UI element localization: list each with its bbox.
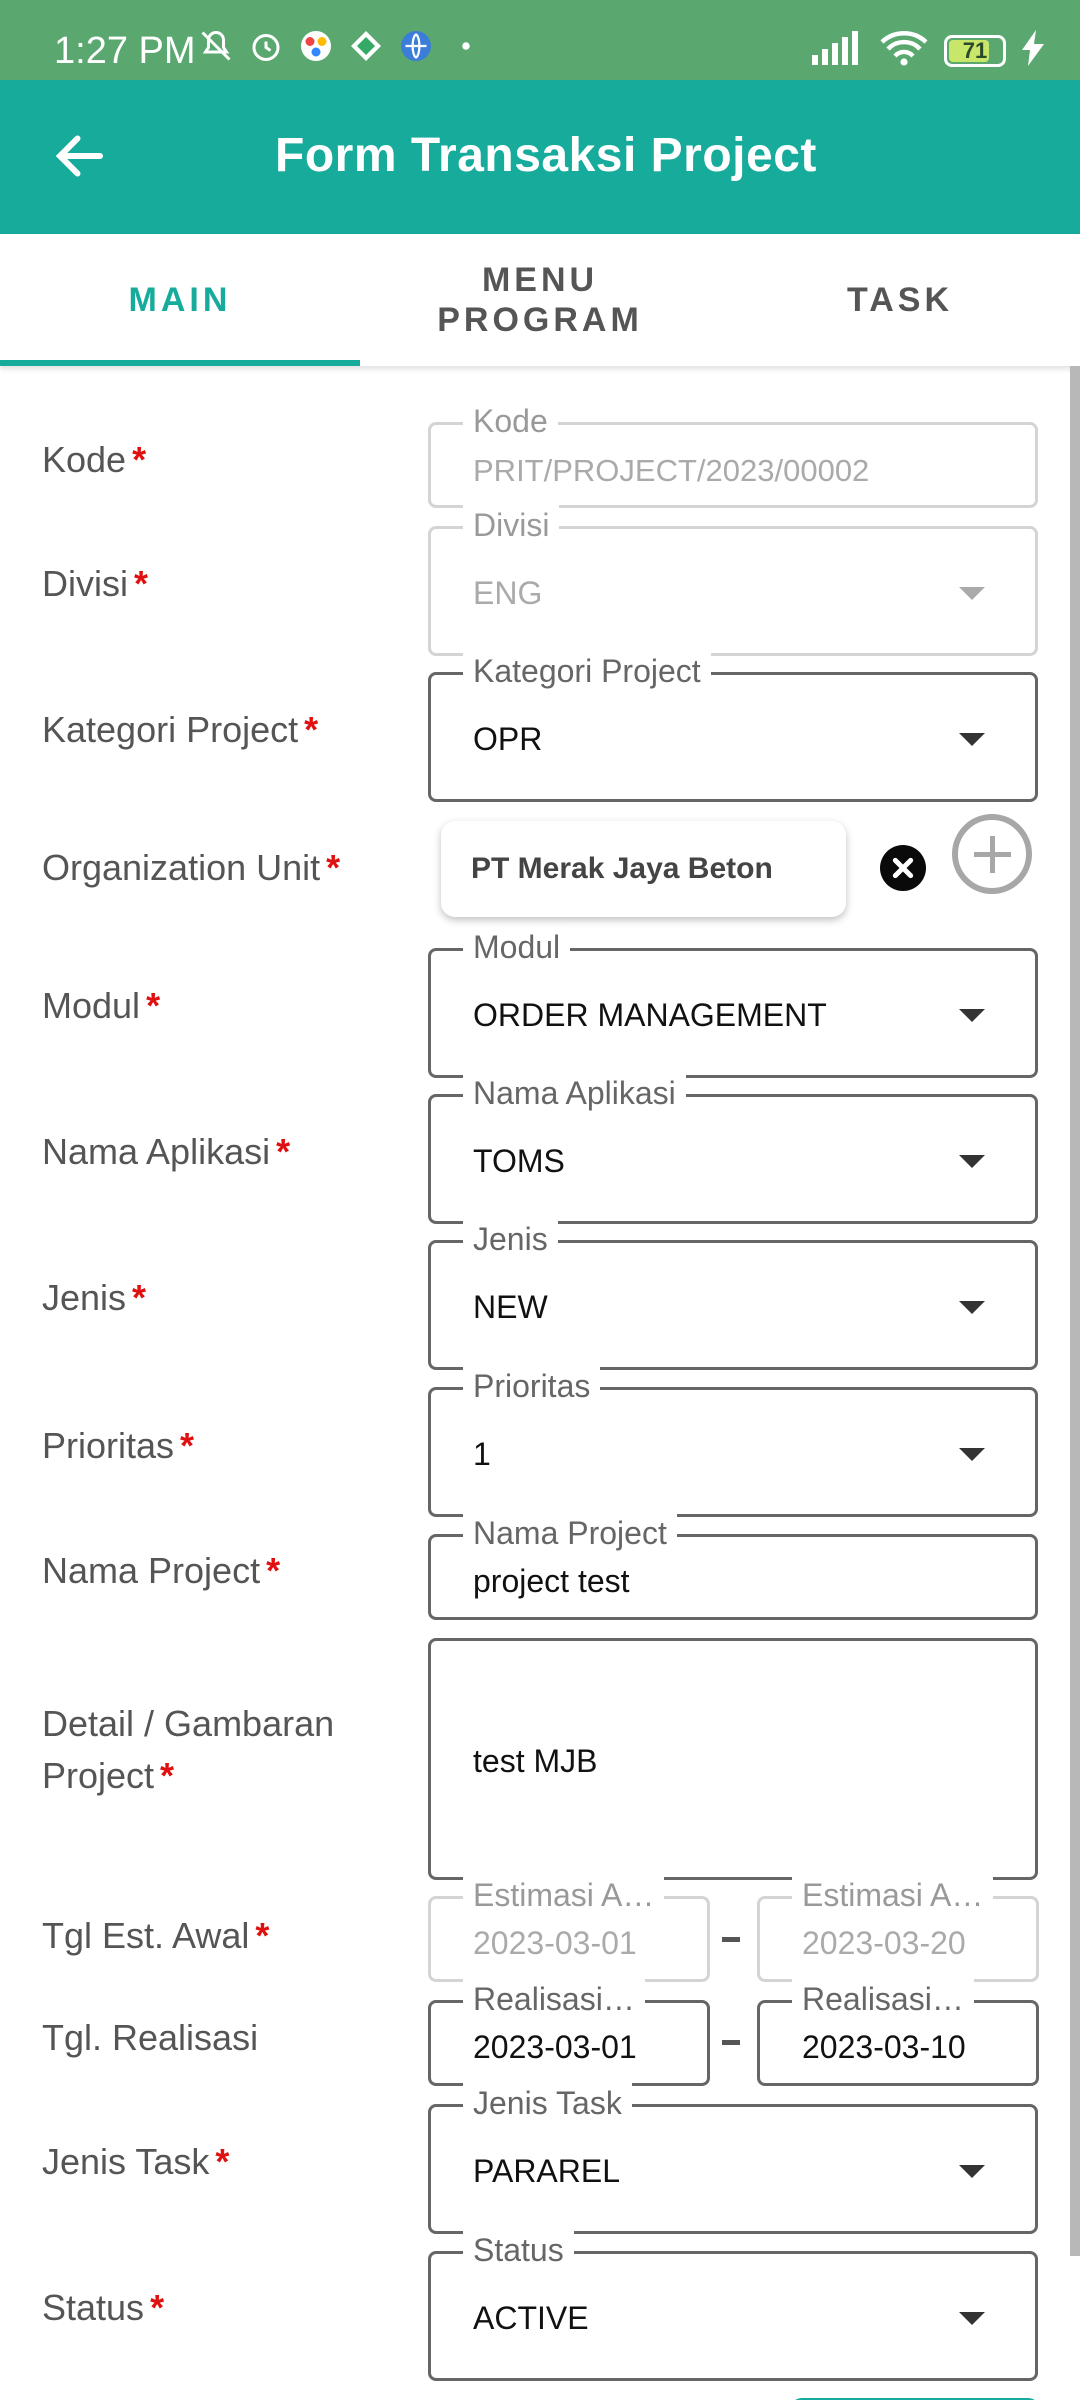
nama-aplikasi-dropdown[interactable]: Nama Aplikasi TOMS xyxy=(428,1073,1038,1224)
realisasi-start-value: 2023-03-01 xyxy=(473,2029,637,2065)
tab-bar: MAIN MENU PROGRAM TASK xyxy=(0,234,1080,366)
scrollbar[interactable] xyxy=(1070,366,1080,2256)
realisasi-end-legend: Realisasi… xyxy=(792,1979,974,2019)
chevron-down-icon xyxy=(959,733,985,746)
estimasi-awal-start-field: Estimasi A… 2023-03-01 xyxy=(428,1875,710,1982)
jenis-task-dropdown[interactable]: Jenis Task PARAREL xyxy=(428,2083,1038,2234)
jenis-value: NEW xyxy=(473,1289,548,1325)
jenis-task-label: Jenis Task * xyxy=(42,2141,230,2182)
divisi-legend: Divisi xyxy=(463,505,560,545)
estimasi-awal-end-value: 2023-03-20 xyxy=(802,1925,966,1961)
mute-icon xyxy=(198,28,234,64)
jenis-task-value: PARAREL xyxy=(473,2153,621,2189)
kategori-value: OPR xyxy=(473,721,543,757)
prioritas-legend: Prioritas xyxy=(463,1366,601,1406)
close-icon[interactable] xyxy=(880,845,926,891)
wifi-icon xyxy=(880,30,928,71)
chevron-down-icon xyxy=(959,1301,985,1314)
date-range-separator xyxy=(722,2040,740,2045)
jenis-label: Jenis * xyxy=(42,1277,147,1318)
prioritas-dropdown[interactable]: Prioritas 1 xyxy=(428,1366,1038,1517)
tab-menu-program-label: MENU PROGRAM xyxy=(437,261,643,339)
page-title: Form Transaksi Project xyxy=(275,129,817,182)
status-label: Status * xyxy=(42,2287,165,2328)
modul-value: ORDER MANAGEMENT xyxy=(473,997,827,1033)
kategori-dropdown[interactable]: Kategori Project OPR xyxy=(428,651,1038,802)
nama-project-input[interactable]: Nama Project project test xyxy=(428,1513,1038,1620)
chevron-down-icon xyxy=(959,1448,985,1461)
battery-level: 71 xyxy=(962,37,988,63)
modul-legend: Modul xyxy=(463,927,571,967)
kategori-label: Kategori Project * xyxy=(42,709,319,750)
app-bar: Form Transaksi Project xyxy=(0,80,1080,234)
realisasi-start-field[interactable]: Realisasi… 2023-03-01 xyxy=(428,1979,710,2086)
app-icon-3 xyxy=(398,28,434,64)
estimasi-awal-end-legend: Estimasi A… xyxy=(792,1875,994,1915)
estimasi-awal-end-field: Estimasi A… 2023-03-20 xyxy=(757,1875,1039,1982)
jenis-task-legend: Jenis Task xyxy=(463,2083,632,2123)
nama-aplikasi-label: Nama Aplikasi * xyxy=(42,1131,291,1172)
tab-task-label: TASK xyxy=(846,281,954,319)
realisasi-start-legend: Realisasi… xyxy=(463,1979,645,2019)
notification-icons xyxy=(198,28,484,64)
realisasi-end-field[interactable]: Realisasi… 2023-03-10 xyxy=(757,1979,1039,2086)
divisi-value: ENG xyxy=(473,575,543,611)
chevron-down-icon xyxy=(959,1009,985,1022)
org-unit-chip-label: PT Merak Jaya Beton xyxy=(471,852,773,885)
nama-project-legend: Nama Project xyxy=(463,1513,677,1553)
estimasi-awal-start-value: 2023-03-01 xyxy=(473,1925,637,1961)
charging-icon xyxy=(1022,30,1044,71)
chevron-down-icon xyxy=(959,2165,985,2178)
dot-icon xyxy=(448,28,484,64)
date-range-separator xyxy=(722,1937,740,1942)
divisi-label: Divisi * xyxy=(42,563,149,604)
nama-aplikasi-legend: Nama Aplikasi xyxy=(463,1073,686,1113)
status-time: 1:27 PM xyxy=(54,30,196,72)
system-icons: 71 xyxy=(812,30,1044,71)
jenis-legend: Jenis xyxy=(463,1219,558,1259)
modul-label: Modul * xyxy=(42,985,161,1026)
tab-menu-program[interactable]: MENU PROGRAM xyxy=(360,234,720,366)
status-bar: 1:27 PM 71 xyxy=(0,0,1080,80)
chevron-down-icon xyxy=(959,2312,985,2325)
detail-value: test MJB xyxy=(473,1743,598,1779)
back-arrow-icon[interactable] xyxy=(50,126,110,186)
status-legend: Status xyxy=(463,2230,574,2270)
org-unit-chip[interactable]: PT Merak Jaya Beton xyxy=(441,821,846,917)
kode-legend: Kode xyxy=(463,401,558,441)
status-dropdown[interactable]: Status ACTIVE xyxy=(428,2230,1038,2381)
estimasi-awal-start-legend: Estimasi A… xyxy=(463,1875,665,1915)
prioritas-label: Prioritas * xyxy=(42,1425,195,1466)
tab-main-label: MAIN xyxy=(128,281,232,319)
nama-project-value: project test xyxy=(473,1563,630,1599)
detail-label: Detail / Gambaran Project * xyxy=(42,1703,335,1796)
nama-project-label: Nama Project * xyxy=(42,1550,281,1591)
divisi-dropdown: Divisi ENG xyxy=(428,505,1038,656)
alarm-icon xyxy=(248,28,284,64)
jenis-dropdown[interactable]: Jenis NEW xyxy=(428,1219,1038,1370)
tab-task[interactable]: TASK xyxy=(720,234,1080,366)
kode-field: Kode PRIT/PROJECT/2023/00002 xyxy=(428,401,1038,508)
chevron-down-icon xyxy=(959,587,985,600)
tgl-realisasi-label: Tgl. Realisasi xyxy=(42,2017,259,2058)
app-icon-1 xyxy=(298,28,334,64)
kategori-legend: Kategori Project xyxy=(463,651,711,691)
status-value: ACTIVE xyxy=(473,2300,589,2336)
org-unit-label: Organization Unit * xyxy=(42,847,341,888)
kode-label: Kode * xyxy=(42,439,147,480)
chevron-down-icon xyxy=(959,1155,985,1168)
kode-value: PRIT/PROJECT/2023/00002 xyxy=(473,453,870,488)
nama-aplikasi-value: TOMS xyxy=(473,1143,565,1179)
prioritas-value: 1 xyxy=(473,1436,491,1472)
modul-dropdown[interactable]: Modul ORDER MANAGEMENT xyxy=(428,927,1038,1078)
detail-textarea[interactable]: test MJB xyxy=(428,1638,1038,1880)
realisasi-end-value: 2023-03-10 xyxy=(802,2029,966,2065)
signal-icon xyxy=(812,31,864,70)
add-circle-icon[interactable] xyxy=(952,814,1032,894)
tgl-est-awal-label: Tgl Est. Awal * xyxy=(42,1915,270,1956)
app-icon-2 xyxy=(348,28,384,64)
battery-icon: 71 xyxy=(944,34,1006,67)
tab-main[interactable]: MAIN xyxy=(0,234,360,366)
